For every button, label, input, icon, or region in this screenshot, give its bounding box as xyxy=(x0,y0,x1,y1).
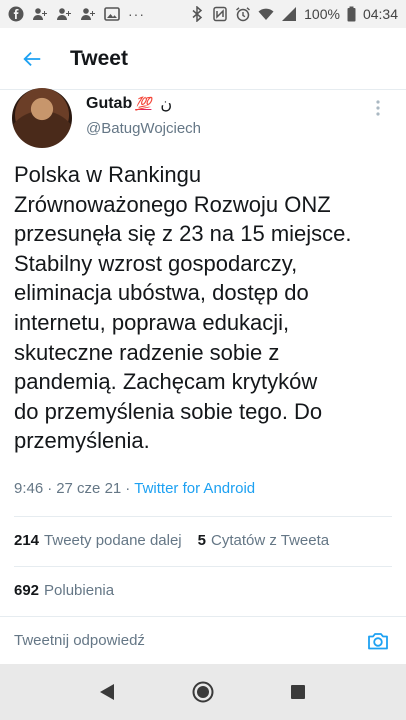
system-icons: 100% 04:34 xyxy=(189,6,398,22)
display-name[interactable]: Gutab 💯 ن xyxy=(86,94,201,114)
tweet-source-link[interactable]: Twitter for Android xyxy=(134,480,255,497)
hundred-points-emoji: 💯 xyxy=(135,96,152,111)
avatar[interactable] xyxy=(12,88,72,148)
back-button[interactable] xyxy=(12,39,52,79)
add-person-icon xyxy=(56,6,72,22)
alarm-icon xyxy=(235,6,251,22)
nav-home-button[interactable] xyxy=(183,672,223,712)
triangle-back-icon xyxy=(99,684,114,700)
reply-bar: Tweetnij odpowiedź xyxy=(0,616,406,664)
reply-input[interactable]: Tweetnij odpowiedź xyxy=(14,632,364,649)
nav-back-button[interactable] xyxy=(88,672,128,712)
add-person-icon xyxy=(80,6,96,22)
quotes-label: Cytatów z Tweeta xyxy=(210,532,330,549)
header: Tweet xyxy=(0,28,406,90)
retweets-count: 214 xyxy=(14,532,40,549)
square-recents-icon xyxy=(291,685,306,699)
tweet-text: Polska w Rankingu Zrównoważonego Rozwoju… xyxy=(14,162,352,454)
camera-icon xyxy=(368,632,388,649)
page-title: Tweet xyxy=(70,46,128,70)
android-navigation-bar xyxy=(0,664,406,720)
likes-stat[interactable]: 692 Polubienia xyxy=(14,582,114,599)
display-name-text: Gutab xyxy=(86,95,133,112)
tweet-author: Gutab 💯 ن @BatugWojciech xyxy=(12,88,396,150)
add-person-icon xyxy=(32,6,48,22)
nav-recents-button[interactable] xyxy=(278,672,318,712)
author-names: Gutab 💯 ن @BatugWojciech xyxy=(86,88,201,150)
author-handle[interactable]: @BatugWojciech xyxy=(86,120,201,137)
home-circle-icon xyxy=(192,681,214,703)
retweet-stats: 214 Tweety podane dalej 5 Cytatów z Twee… xyxy=(14,532,329,549)
quotes-count: 5 xyxy=(197,532,206,549)
tweet-time: 9:46 xyxy=(14,480,44,497)
meta-separator: · xyxy=(125,480,131,497)
tweet-date: 27 cze 21 xyxy=(56,480,122,497)
retweets-stat[interactable]: 214 Tweety podane dalej xyxy=(14,532,182,549)
display-name-suffix: ن xyxy=(160,96,173,113)
camera-button[interactable] xyxy=(364,627,392,655)
tweet-meta: 9:46 · 27 cze 21 · Twitter for Android xyxy=(14,480,255,497)
image-icon xyxy=(104,6,120,22)
back-arrow-icon xyxy=(23,51,41,66)
clock: 04:34 xyxy=(362,6,398,22)
vertical-dots-icon xyxy=(376,100,380,116)
retweets-label: Tweety podane dalej xyxy=(44,532,182,549)
facebook-icon xyxy=(8,6,24,22)
meta-separator: · xyxy=(47,480,53,497)
quotes-stat[interactable]: 5 Cytatów z Tweeta xyxy=(198,532,329,549)
notification-icons: ··· xyxy=(8,6,145,22)
signal-icon xyxy=(281,6,297,22)
nfc-icon xyxy=(212,6,228,22)
likes-count: 692 xyxy=(14,582,40,599)
more-options-button[interactable] xyxy=(368,96,388,120)
divider xyxy=(14,566,392,567)
overflow-dots: ··· xyxy=(128,6,145,22)
bluetooth-icon xyxy=(189,6,205,22)
status-bar: ··· 100% 04:34 xyxy=(0,0,406,28)
divider xyxy=(14,516,392,517)
wifi-icon xyxy=(258,6,274,22)
likes-label: Polubienia xyxy=(44,582,115,599)
battery-percent: 100% xyxy=(304,6,340,22)
battery-icon xyxy=(347,6,356,22)
